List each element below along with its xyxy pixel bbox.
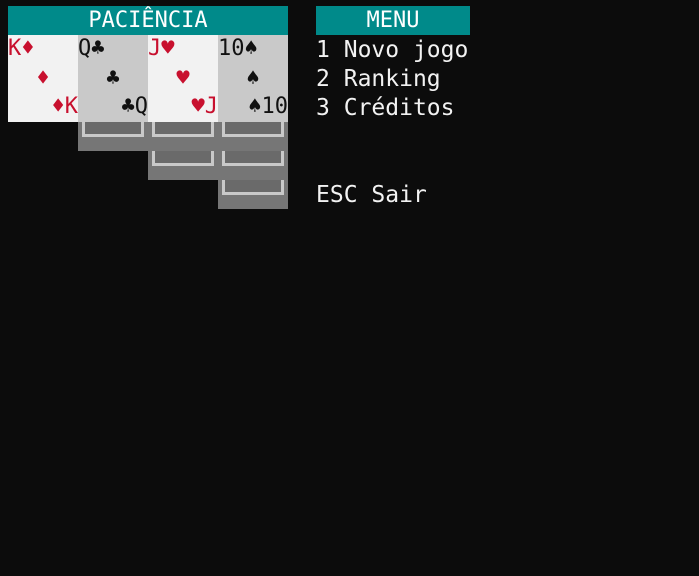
heart-suit-icon: ♥ [176, 66, 190, 91]
card-back-pattern [222, 151, 284, 166]
menu-item-label: Sair [371, 182, 427, 208]
menu-item-new-game[interactable]: 1 Novo jogo [316, 39, 468, 62]
game-title: PACIÊNCIA [8, 6, 288, 35]
card-back-pattern [222, 180, 284, 195]
card-back-pattern [222, 122, 284, 137]
club-suit-icon: ♣ [106, 66, 120, 91]
card-corner-top-left: J♥ [148, 36, 175, 61]
face-down-card [218, 151, 288, 180]
card-back-pattern [152, 151, 214, 166]
face-down-card [148, 122, 218, 151]
card-ten-of-spades[interactable]: 10♠ ♠ ♠10 [218, 35, 288, 122]
menu-key: ESC [316, 182, 358, 208]
card-jack-of-hearts[interactable]: J♥ ♥ ♥J [148, 35, 218, 122]
menu-item-ranking[interactable]: 2 Ranking [316, 68, 441, 91]
card-corner-top-left: K♦ [8, 36, 35, 61]
menu-key: 1 [316, 37, 330, 63]
card-queen-of-clubs[interactable]: Q♣ ♣ ♣Q [78, 35, 148, 122]
menu-item-label: Novo jogo [343, 37, 469, 63]
face-down-card [78, 122, 148, 151]
menu-title: MENU [316, 6, 470, 35]
spade-suit-icon: ♠ [246, 66, 260, 91]
card-king-of-diamonds[interactable]: K♦ ♦ ♦K [8, 35, 78, 122]
menu-item-exit[interactable]: ESC Sair [316, 184, 427, 207]
face-down-card [218, 180, 288, 209]
card-corner-bottom-right: ♠10 [248, 94, 288, 119]
menu-item-label: Ranking [343, 66, 441, 92]
menu-key: 2 [316, 66, 330, 92]
card-corner-bottom-right: ♣Q [121, 94, 149, 119]
diamond-suit-icon: ♦ [36, 66, 50, 91]
menu-item-credits[interactable]: 3 Créditos [316, 97, 455, 120]
card-corner-top-left: 10♠ [218, 36, 258, 61]
menu-item-label: Créditos [343, 95, 455, 121]
face-down-card [218, 122, 288, 151]
face-down-card [148, 151, 218, 180]
card-back-pattern [82, 122, 144, 137]
card-corner-bottom-right: ♦K [51, 94, 79, 119]
card-corner-top-left: Q♣ [78, 36, 105, 61]
card-corner-bottom-right: ♥J [191, 94, 219, 119]
menu-key: 3 [316, 95, 330, 121]
card-back-pattern [152, 122, 214, 137]
